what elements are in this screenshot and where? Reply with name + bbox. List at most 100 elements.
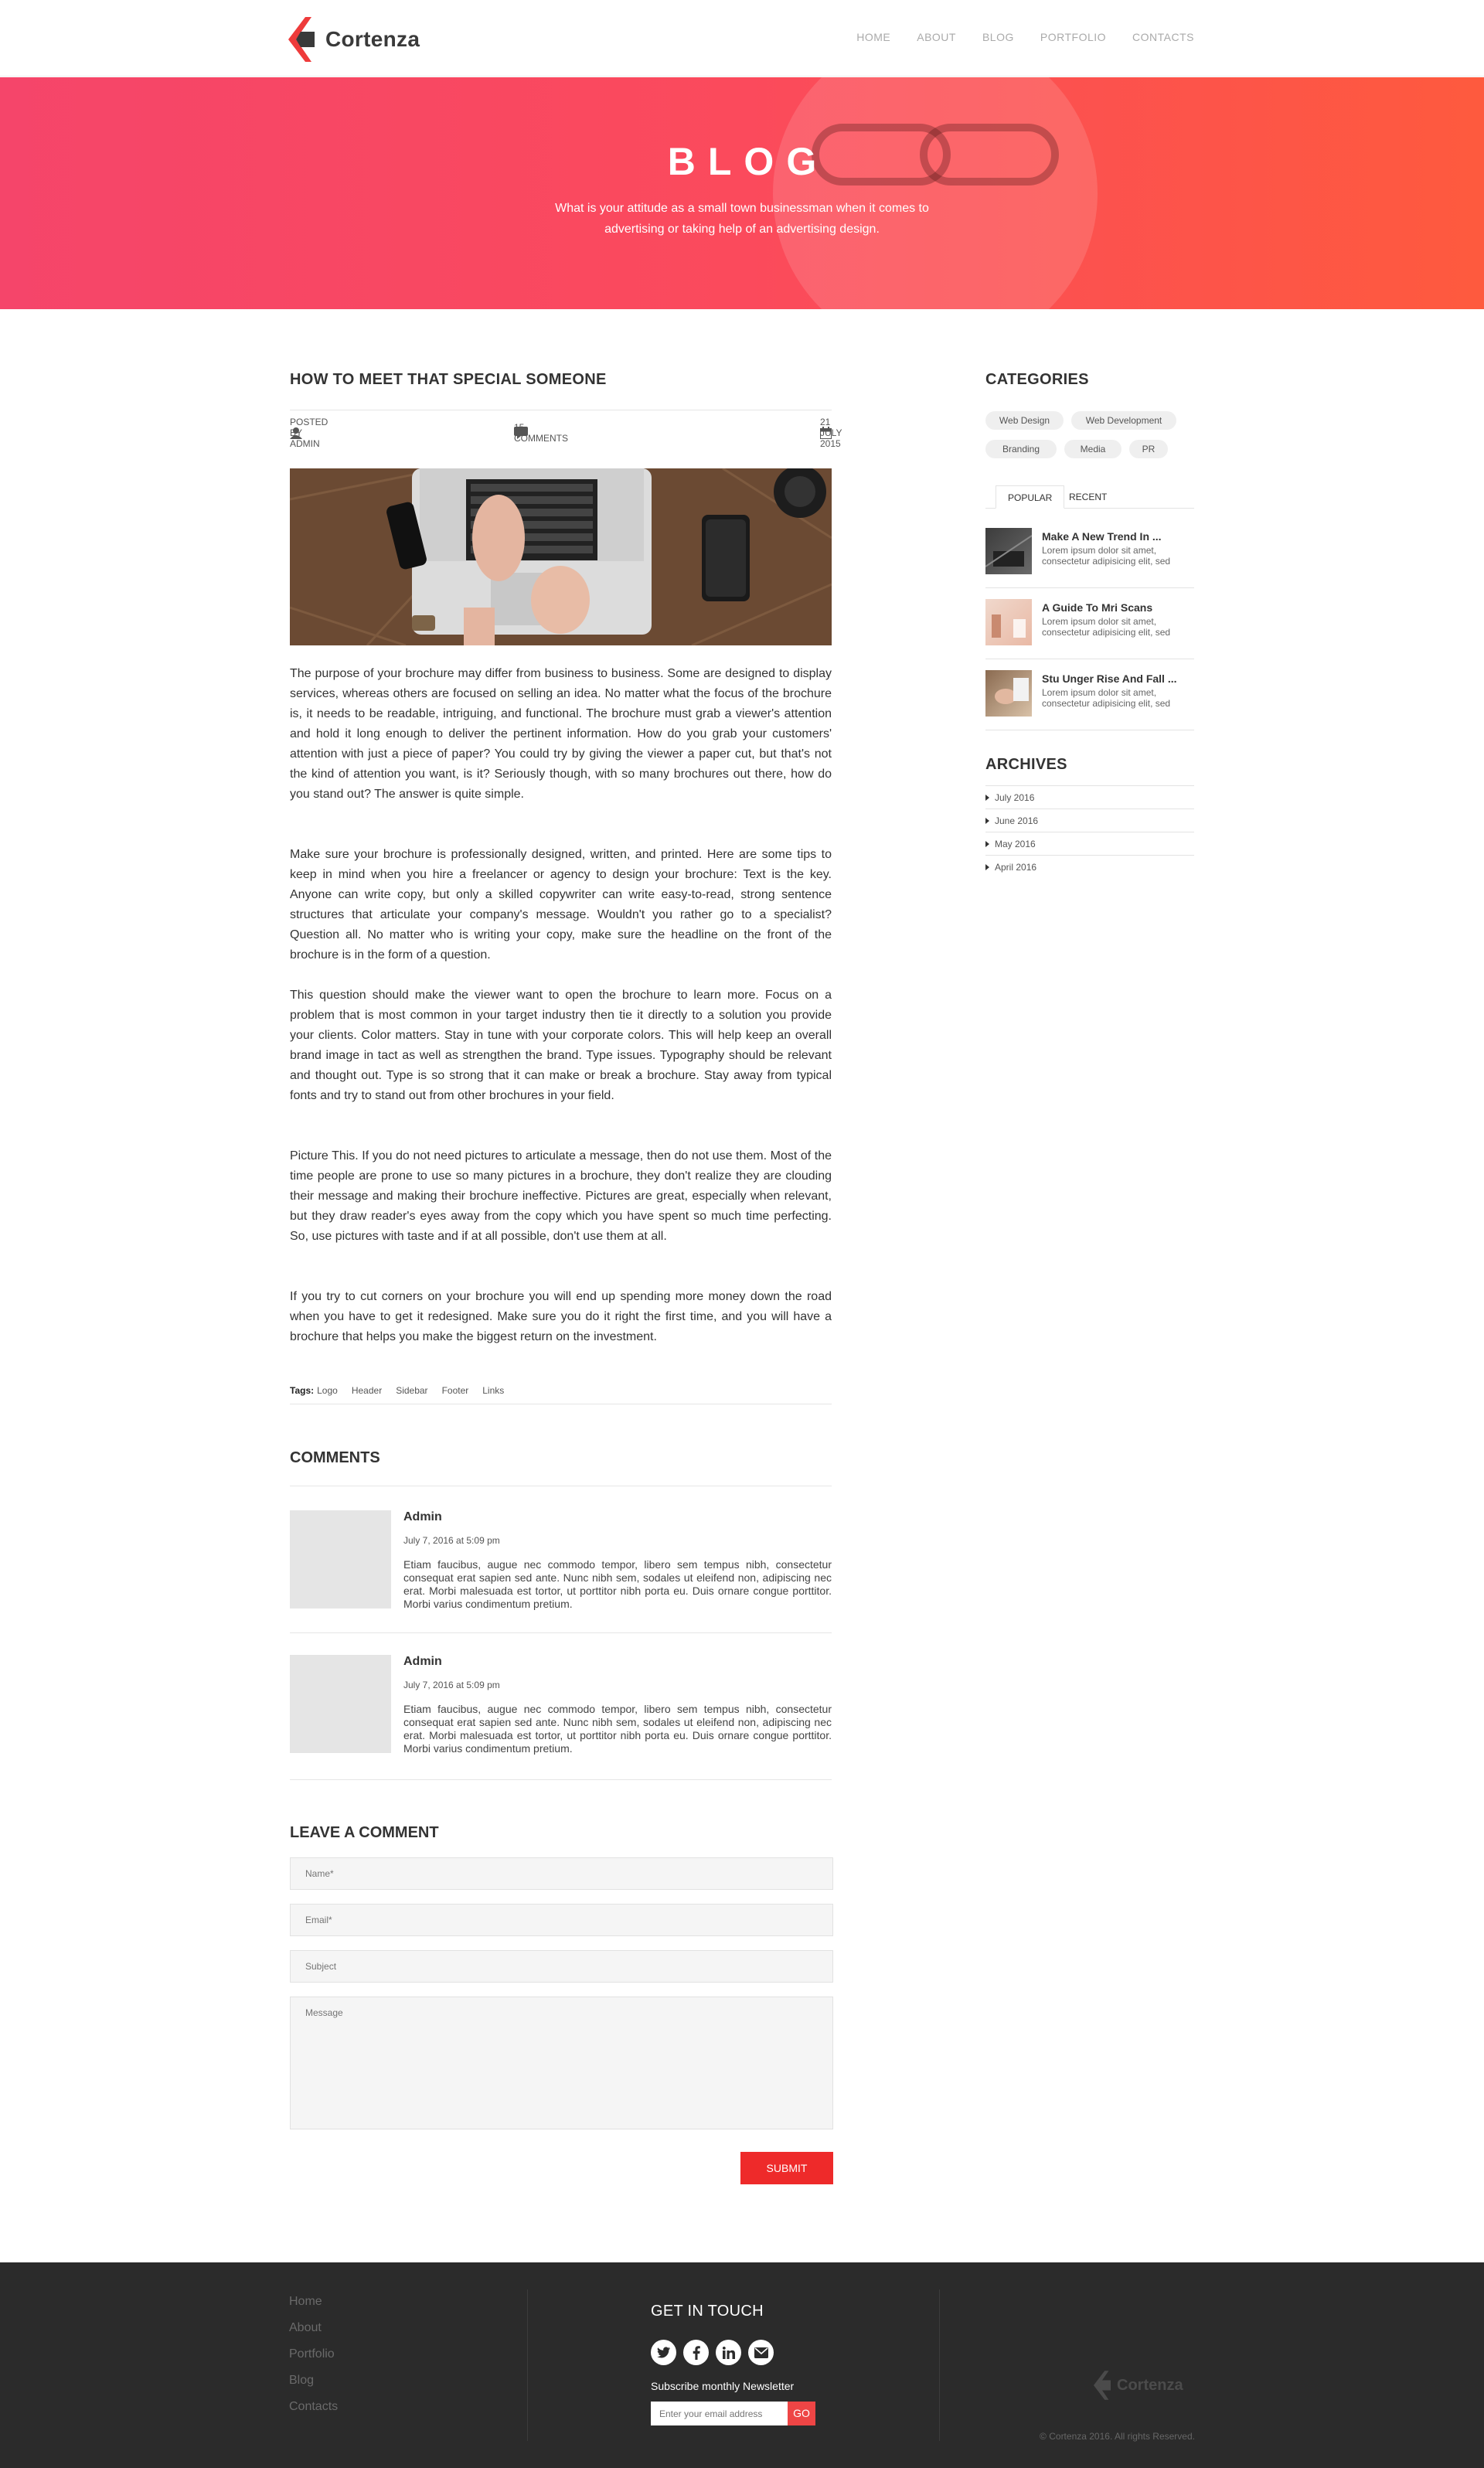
archive-link[interactable]: May 2016 bbox=[985, 832, 1194, 855]
footer-logo-text: Cortenza bbox=[1117, 2376, 1183, 2394]
popular-post-item[interactable]: Stu Unger Rise And Fall ... Lorem ipsum … bbox=[985, 670, 1194, 730]
post-title[interactable]: Stu Unger Rise And Fall ... bbox=[1042, 672, 1177, 685]
archive-link[interactable]: July 2016 bbox=[985, 785, 1194, 808]
post-thumbnail bbox=[985, 528, 1032, 574]
category-media[interactable]: Media bbox=[1064, 440, 1122, 458]
logo-text: Cortenza bbox=[325, 27, 420, 51]
tag-header[interactable]: Header bbox=[352, 1385, 382, 1396]
sidebar-tabs: POPULAR RECENT bbox=[985, 485, 1194, 509]
post-paragraph-2: Make sure your brochure is professionall… bbox=[290, 848, 832, 962]
comments-title: COMMENTS bbox=[290, 1449, 380, 1466]
site-footer: Home About Portfolio Blog Contacts GET I… bbox=[0, 2262, 1484, 2468]
popular-post-item[interactable]: A Guide To Mri Scans Lorem ipsum dolor s… bbox=[985, 599, 1194, 659]
footer-link-contacts[interactable]: Contacts bbox=[289, 2400, 338, 2414]
post-meta: POSTED BY ADMIN 15 COMMENTS 21 JULY 2015 bbox=[290, 417, 842, 449]
post-excerpt: Lorem ipsum dolor sit amet, consectetur … bbox=[1042, 687, 1171, 709]
get-in-touch-title: GET IN TOUCH bbox=[651, 2303, 764, 2320]
mail-icon[interactable] bbox=[748, 2340, 774, 2365]
copyright: © Cortenza 2016. All rights Reserved. bbox=[1040, 2431, 1195, 2442]
archive-link[interactable]: June 2016 bbox=[985, 808, 1194, 832]
categories-title: CATEGORIES bbox=[985, 371, 1089, 388]
office-thumbnail-art bbox=[992, 614, 1026, 638]
comment-author[interactable]: Admin bbox=[403, 1510, 442, 1524]
comment-author[interactable]: Admin bbox=[403, 1655, 442, 1669]
site-header: Cortenza HOME ABOUT BLOG PORTFOLIO CONTA… bbox=[0, 0, 1484, 77]
post-excerpt: Lorem ipsum dolor sit amet, consectetur … bbox=[1042, 616, 1171, 638]
email-field[interactable] bbox=[290, 1904, 833, 1936]
laptop-photo bbox=[290, 468, 832, 645]
logo-icon bbox=[288, 17, 315, 62]
post-tags: Tags: Logo Header Sidebar Footer Links bbox=[290, 1385, 504, 1396]
footer-link-blog[interactable]: Blog bbox=[289, 2374, 338, 2388]
newsletter-go-button[interactable]: GO bbox=[788, 2402, 815, 2425]
nav-portfolio[interactable]: PORTFOLIO bbox=[1040, 31, 1106, 43]
desk-thumbnail-art bbox=[985, 535, 1032, 567]
popular-post-item[interactable]: Make A New Trend In ... Lorem ipsum dolo… bbox=[985, 528, 1194, 588]
nav-blog[interactable]: BLOG bbox=[982, 31, 1014, 43]
avatar bbox=[290, 1655, 391, 1753]
category-web-development[interactable]: Web Development bbox=[1071, 411, 1176, 430]
tag-links[interactable]: Links bbox=[482, 1385, 504, 1396]
category-web-design[interactable]: Web Design bbox=[985, 411, 1064, 430]
footer-link-about[interactable]: About bbox=[289, 2321, 338, 2335]
archives-title: ARCHIVES bbox=[985, 756, 1067, 773]
logo-icon bbox=[1094, 2371, 1111, 2400]
comment-item: Admin July 7, 2016 at 5:09 pm Etiam fauc… bbox=[290, 1655, 832, 1755]
hero-banner: BLOG What is your attitude as a small to… bbox=[0, 77, 1484, 309]
comment-divider bbox=[290, 1632, 832, 1633]
post-image bbox=[290, 468, 832, 645]
main-nav: HOME ABOUT BLOG PORTFOLIO CONTACTS bbox=[856, 31, 1194, 43]
meta-date: 21 JULY 2015 bbox=[820, 417, 842, 449]
comment-divider bbox=[290, 1779, 832, 1780]
twitter-icon[interactable] bbox=[651, 2340, 676, 2365]
meta-comments: 15 COMMENTS bbox=[514, 422, 568, 444]
meta-date-text: 21 JULY 2015 bbox=[820, 417, 842, 449]
post-paragraph-3: This question should make the viewer wan… bbox=[290, 989, 832, 1102]
meta-author-text[interactable]: POSTED BY ADMIN bbox=[290, 417, 328, 449]
comment-text: Etiam faucibus, augue nec commodo tempor… bbox=[403, 1558, 832, 1610]
footer-divider bbox=[527, 2289, 528, 2441]
footer-divider bbox=[939, 2289, 940, 2441]
comment-text: Etiam faucibus, augue nec commodo tempor… bbox=[403, 1703, 832, 1755]
footer-logo[interactable]: Cortenza bbox=[1094, 2371, 1183, 2400]
post-title[interactable]: A Guide To Mri Scans bbox=[1042, 601, 1152, 614]
footer-links: Home About Portfolio Blog Contacts bbox=[289, 2295, 338, 2426]
newsletter-email-input[interactable] bbox=[651, 2402, 788, 2425]
post-thumbnail bbox=[985, 670, 1032, 717]
tab-recent[interactable]: RECENT bbox=[1057, 485, 1118, 509]
comment-item: Admin July 7, 2016 at 5:09 pm Etiam fauc… bbox=[290, 1510, 832, 1611]
hands-thumbnail-art bbox=[995, 678, 1029, 704]
category-branding[interactable]: Branding bbox=[985, 440, 1057, 458]
category-pr[interactable]: PR bbox=[1129, 440, 1168, 458]
hero-title: BLOG bbox=[667, 140, 829, 183]
tab-popular[interactable]: POPULAR bbox=[996, 485, 1065, 509]
name-field[interactable] bbox=[290, 1857, 833, 1890]
nav-home[interactable]: HOME bbox=[856, 31, 890, 43]
post-paragraph-1: The purpose of your brochure may differ … bbox=[290, 667, 832, 801]
post-excerpt: Lorem ipsum dolor sit amet, consectetur … bbox=[1042, 545, 1171, 567]
submit-button[interactable]: SUBMIT bbox=[740, 2152, 833, 2184]
subject-field[interactable] bbox=[290, 1950, 833, 1983]
meta-author: POSTED BY ADMIN bbox=[290, 417, 328, 449]
footer-link-portfolio[interactable]: Portfolio bbox=[289, 2347, 338, 2361]
tag-logo[interactable]: Logo bbox=[317, 1385, 338, 1396]
footer-link-home[interactable]: Home bbox=[289, 2295, 338, 2309]
linkedin-icon[interactable] bbox=[716, 2340, 741, 2365]
comment-date: July 7, 2016 at 5:09 pm bbox=[403, 1535, 500, 1546]
meta-comments-text[interactable]: 15 COMMENTS bbox=[514, 422, 568, 444]
facebook-icon[interactable] bbox=[683, 2340, 709, 2365]
post-thumbnail bbox=[985, 599, 1032, 645]
tag-footer[interactable]: Footer bbox=[442, 1385, 469, 1396]
nav-contacts[interactable]: CONTACTS bbox=[1132, 31, 1194, 43]
comment-date: July 7, 2016 at 5:09 pm bbox=[403, 1680, 500, 1690]
leave-comment-title: LEAVE A COMMENT bbox=[290, 1824, 439, 1841]
post-title[interactable]: Make A New Trend In ... bbox=[1042, 530, 1162, 543]
tag-sidebar[interactable]: Sidebar bbox=[396, 1385, 427, 1396]
hero-photo-overlay bbox=[773, 77, 1098, 309]
archive-link[interactable]: April 2016 bbox=[985, 855, 1194, 878]
message-field[interactable] bbox=[290, 1997, 833, 2129]
post-title[interactable]: HOW TO MEET THAT SPECIAL SOMEONE bbox=[290, 371, 607, 389]
newsletter-label: Subscribe monthly Newsletter bbox=[651, 2380, 795, 2392]
logo[interactable]: Cortenza bbox=[288, 17, 420, 62]
nav-about[interactable]: ABOUT bbox=[917, 31, 956, 43]
